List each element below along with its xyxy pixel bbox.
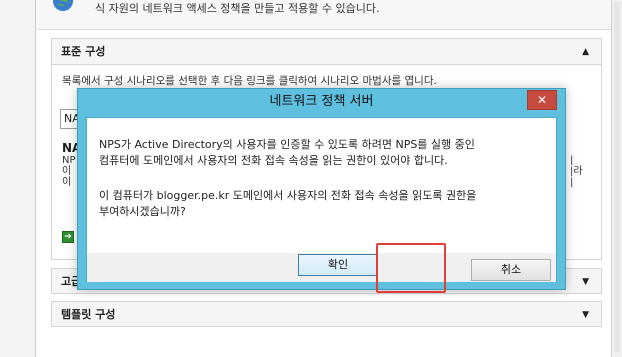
section-title: 표준 구성 [61,45,106,58]
header-text: 식 자원의 네트워크 액세스 정책을 만들고 적용할 수 있습니다. [95,2,380,15]
text-line: 이 [62,166,72,177]
close-icon[interactable]: ✕ [527,90,557,110]
message-line: 컴퓨터에 도메인에서 사용자의 전화 접속 속성을 읽는 권한이 있어야 합니다… [99,154,448,167]
template-config-section: 템플릿 구성 ▼ [51,301,602,327]
text-line: | [570,177,574,188]
text-line: | [570,155,574,166]
highlight-box [376,243,446,293]
dialog-question: 이 컴퓨터가 blogger.pe.kr 도메인에서 사용자의 전화 접속 속성… [99,188,476,220]
question-line: 부여하시겠습니까? [99,205,186,218]
header-banner: 식 자원의 네트워크 액세스 정책을 만들고 적용할 수 있습니다. [37,0,611,30]
section-header[interactable]: 템플릿 구성 ▼ [52,302,601,328]
section-title: 템플릿 구성 [61,308,116,321]
expand-arrow-icon[interactable]: ▼ [582,269,589,295]
text-line: |라 [570,166,583,177]
left-pane [0,0,36,357]
text-line: 이 [62,177,72,188]
scenario-text-right: | |라 | [570,155,583,188]
collapse-arrow-icon[interactable]: ▲ [582,39,589,65]
text-line: NP [62,155,76,166]
message-line: NPS가 Active Directory의 사용자를 인증할 수 있도록 하려… [99,138,475,151]
ok-button[interactable]: 확인 [298,254,378,276]
scenario-text: NP 이 이 [62,155,76,188]
expand-arrow-icon[interactable]: ▼ [582,302,589,328]
section-header[interactable]: 표준 구성 ▲ [52,39,601,65]
vertical-scrollbar[interactable] [611,0,622,357]
cancel-button[interactable]: 취소 [471,259,551,281]
section-description: 목록에서 구성 시나리오를 선택한 후 다음 링크를 클릭하여 시나리오 마법사… [62,75,437,87]
dialog-message: NPS가 Active Directory의 사용자를 인증할 수 있도록 하려… [99,137,475,169]
globe-icon [53,0,73,11]
question-line: 이 컴퓨터가 blogger.pe.kr 도메인에서 사용자의 전화 접속 속성… [99,189,477,202]
wizard-link-icon[interactable]: ➔ [62,231,74,243]
dialog-title: 네트워크 정책 서버 [269,94,374,109]
